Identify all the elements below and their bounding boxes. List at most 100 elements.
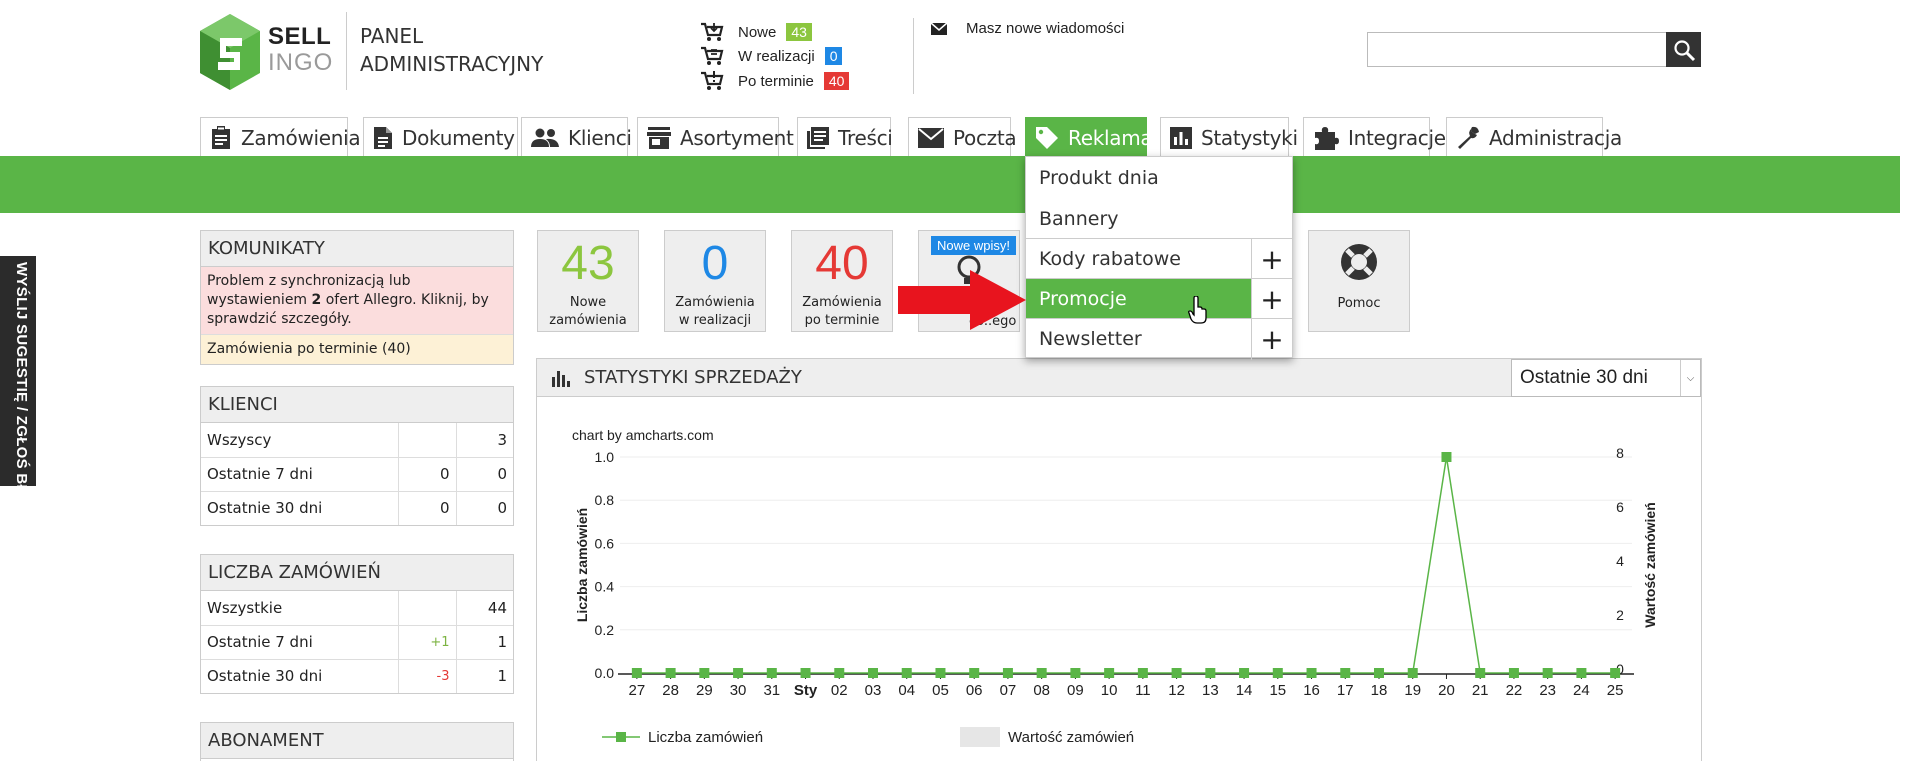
menu-item-label: Produkt dnia <box>1039 166 1159 189</box>
tab-statystyki[interactable]: Statystyki <box>1160 117 1298 157</box>
tab-asortyment[interactable]: Asortyment <box>637 117 794 157</box>
komunikaty-panel: KOMUNIKATY Problem z synchronizacją lub … <box>200 230 514 365</box>
tab-integracje[interactable]: Integracje <box>1303 117 1446 157</box>
logo-divider <box>346 12 347 90</box>
klienci-panel: KLIENCI Wszyscy 3 Ostatnie 7 dni 0 0 Ostatn… <box>200 386 514 526</box>
order-status-in-progress[interactable]: W realizacji 0 <box>700 44 843 68</box>
logo-ingo: INGO <box>268 49 334 76</box>
messages-link[interactable]: Masz nowe wiadomości <box>930 20 1124 37</box>
y-tick-label: 1.0 <box>595 449 615 465</box>
data-point <box>800 668 811 678</box>
tile-in-progress[interactable]: 0 Zamówienia w realizacji <box>664 230 766 332</box>
range-select-value: Ostatnie 30 dni <box>1520 367 1648 388</box>
data-point <box>766 668 777 678</box>
row-change: -3 <box>397 658 456 693</box>
chart-credit: chart by amcharts.com <box>572 427 714 443</box>
sales-chart: chart by amcharts.com 0.0 0.2 0.4 0.6 0.8 1.0 0… <box>572 427 1658 747</box>
tab-klienci[interactable]: Klienci <box>521 117 632 157</box>
data-point <box>1070 668 1081 678</box>
alert-allegro[interactable]: Problem z synchronizacją lub wystawienie… <box>201 267 513 335</box>
tab-tresci[interactable]: Treści <box>797 117 893 157</box>
menu-item-bannery[interactable]: Bannery <box>1026 198 1292 239</box>
data-point <box>834 668 845 678</box>
sellingo-logo <box>200 14 260 90</box>
tab-administracja[interactable]: Administracja <box>1446 117 1622 157</box>
y-tick-label: 0.4 <box>595 579 615 595</box>
tile-number: 0 <box>701 237 729 290</box>
tile-label: Pomoc <box>1337 296 1381 311</box>
feedback-side-tab[interactable]: WYŚLIJ SUGESTIĘ / ZGŁOŚ BŁĄD <box>0 256 36 516</box>
bar-chart-icon <box>1170 126 1192 149</box>
tile-label: Nowe <box>569 295 607 310</box>
tile-help[interactable]: Pomoc <box>1308 230 1410 332</box>
menu-item-kody-rabatowe[interactable]: Kody rabatowe + <box>1026 238 1292 280</box>
puzzle-icon <box>1315 126 1339 150</box>
hand-cursor-icon <box>1188 296 1207 324</box>
data-point <box>1340 668 1351 678</box>
x-tick-label: 02 <box>831 682 848 699</box>
tab-reklama[interactable]: Reklama <box>1025 117 1153 157</box>
menu-item-label: Bannery <box>1039 207 1119 230</box>
row-change: 0 <box>397 490 456 525</box>
messages-text: Masz nowe wiadomości <box>966 20 1125 37</box>
nav-green-bar <box>0 156 1900 213</box>
x-tick-label: 18 <box>1371 682 1388 699</box>
x-tick-label: 07 <box>1000 682 1017 699</box>
x-tick-label: 17 <box>1337 682 1354 699</box>
panel-title-line1: PANEL <box>360 24 424 48</box>
tab-dokumenty[interactable]: Dokumenty <box>363 117 518 157</box>
y-axis-title: Liczba zamówień <box>574 508 590 622</box>
x-tick-label: 28 <box>662 682 679 699</box>
x-tick-label: 21 <box>1472 682 1489 699</box>
row-change <box>397 423 456 457</box>
row-change: 0 <box>397 456 456 491</box>
x-tick-label: 20 <box>1438 682 1455 699</box>
row-value: 0 <box>455 490 513 525</box>
header-divider <box>913 18 914 94</box>
alert-overdue[interactable]: Zamówienia po terminie (40) <box>201 335 513 364</box>
y2-tick-label: 4 <box>1616 553 1624 569</box>
data-point <box>969 668 980 678</box>
plus-icon[interactable]: + <box>1251 278 1292 320</box>
legend-label: Liczba zamówień <box>648 729 763 746</box>
menu-item-produkt-dnia[interactable]: Produkt dnia <box>1026 157 1292 198</box>
data-point <box>1441 452 1452 462</box>
tab-zamowienia[interactable]: Zamówienia <box>200 117 361 157</box>
row-label: Ostatnie 7 dni <box>201 624 398 659</box>
panel-title: LICZBA ZAMÓWIEŃ <box>201 555 513 591</box>
x-tick-label: 23 <box>1539 682 1556 699</box>
chevron-down-icon: ⌵ <box>1680 360 1700 396</box>
plus-icon[interactable]: + <box>1251 318 1292 360</box>
data-point <box>1272 668 1283 678</box>
tab-label: Reklama <box>1068 125 1153 150</box>
plus-icon[interactable]: + <box>1251 238 1292 280</box>
mail-icon <box>918 127 944 148</box>
legend-label: Wartość zamówień <box>1008 729 1134 746</box>
y-tick-label: 0.6 <box>595 535 615 551</box>
search-button[interactable] <box>1666 32 1701 67</box>
logo-sell: SELL <box>268 23 332 50</box>
data-point <box>1171 668 1182 678</box>
tile-overdue[interactable]: 40 Zamówienia po terminie <box>791 230 893 332</box>
menu-item-newsletter[interactable]: Newsletter + <box>1026 318 1292 360</box>
panel-title: PANEL ADMINISTRACYJNY <box>360 22 543 78</box>
order-status-new[interactable]: Nowe 43 <box>700 20 812 44</box>
order-status-overdue[interactable]: Po terminie 40 <box>700 69 850 93</box>
menu-item-label: Newsletter <box>1039 328 1142 350</box>
red-arrow-annotation <box>898 270 1026 330</box>
range-select[interactable]: Ostatnie 30 dni ⌵ <box>1511 359 1701 397</box>
row-change <box>397 591 456 625</box>
clipboard-icon <box>212 125 230 149</box>
x-tick-label: 14 <box>1236 682 1253 699</box>
y2-tick-label: 6 <box>1616 499 1624 515</box>
tab-poczta[interactable]: Poczta <box>908 117 1017 157</box>
tile-new-orders[interactable]: 43 Nowe zamówienia <box>537 230 639 332</box>
tile-label: po terminie <box>804 313 880 328</box>
data-point <box>1374 668 1384 678</box>
row-value: 1 <box>455 624 513 659</box>
search-input[interactable] <box>1367 32 1667 67</box>
order-count-badge: 0 <box>824 47 843 65</box>
data-point <box>1306 668 1317 678</box>
wrench-icon <box>1458 126 1479 149</box>
menu-item-promocje[interactable]: Promocje + <box>1026 278 1292 320</box>
